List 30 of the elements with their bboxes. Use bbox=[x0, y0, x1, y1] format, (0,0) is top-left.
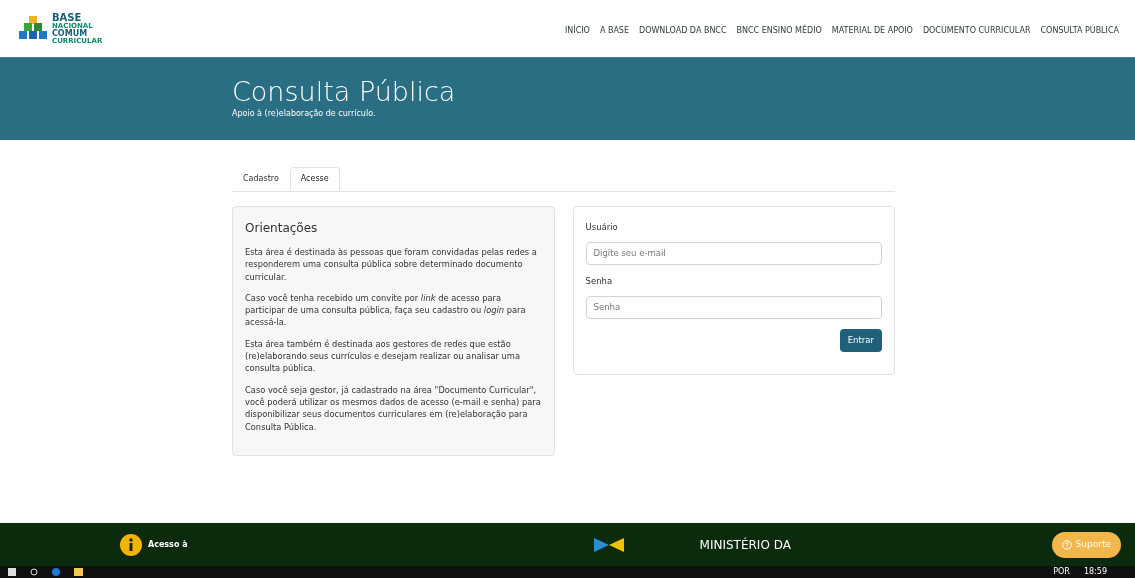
ministry-label: MINISTÉRIO DA bbox=[699, 536, 791, 554]
tab[interactable]: Cadastro bbox=[232, 167, 290, 191]
page-subtitle: Apoio à (re)elaboração de currículo. bbox=[232, 108, 376, 120]
nav-link[interactable]: DOCUMENTO CURRICULAR bbox=[922, 24, 1031, 37]
field-label: Usuário bbox=[585, 221, 619, 234]
guidance-paragraph: Caso você tenha recebido um convite por link de acesso para participar de uma consulta pública, faça seu cadastro ou login para acessá-la. bbox=[245, 291, 527, 329]
input-field[interactable]: Digite seu e-mail bbox=[585, 241, 882, 265]
guidance-paragraph: Caso você seja gestor, já cadastrado na área "Documento Curricular", você poderá utilizar os mesmos dados de acesso (e-mail e senha) para disponibilizar seus documentos curriculares em (re)elaboração para Consulta Pública. bbox=[245, 383, 542, 433]
help-icon bbox=[1061, 539, 1072, 550]
nav-link[interactable]: A BASE bbox=[599, 24, 629, 37]
cubes-logo-icon bbox=[18, 15, 48, 42]
taskbar-clock: 18:59 bbox=[1083, 568, 1107, 576]
submit-button[interactable]: Entrar bbox=[839, 328, 882, 352]
input-field[interactable]: Senha bbox=[585, 295, 882, 319]
info-icon bbox=[120, 533, 142, 556]
access-label: Acesso à bbox=[148, 538, 188, 551]
search-icon[interactable] bbox=[30, 568, 38, 576]
guidance-paragraph: Esta área é destinada às pessoas que foram convidadas pelas redes a responderem uma consulta pública sobre determinado documento curricular. bbox=[245, 246, 538, 283]
tab[interactable]: Acesse bbox=[289, 167, 340, 191]
bowtie-logo-icon bbox=[593, 537, 624, 552]
nav-link[interactable]: MATERIAL DE APOIO bbox=[831, 24, 913, 37]
guidance-title: Orientações bbox=[245, 220, 319, 237]
field-label: Senha bbox=[585, 274, 614, 288]
nav-link[interactable]: DOWNLOAD DA BNCC bbox=[639, 24, 727, 37]
guidance-paragraph: Esta área também é destinada aos gestores de redes que estão (re)elaborando seus currículos e desejam realizar ou analisar uma consulta pública. bbox=[245, 337, 522, 375]
taskbar-language: POR bbox=[1053, 568, 1070, 576]
nav-link[interactable]: CONSULTA PÚBLICA bbox=[1040, 24, 1119, 37]
nav-link[interactable]: BNCC ENSINO MÉDIO bbox=[736, 24, 822, 37]
page-title: Consulta Pública bbox=[232, 76, 456, 108]
nav-link[interactable]: INÍCIO bbox=[564, 24, 590, 37]
